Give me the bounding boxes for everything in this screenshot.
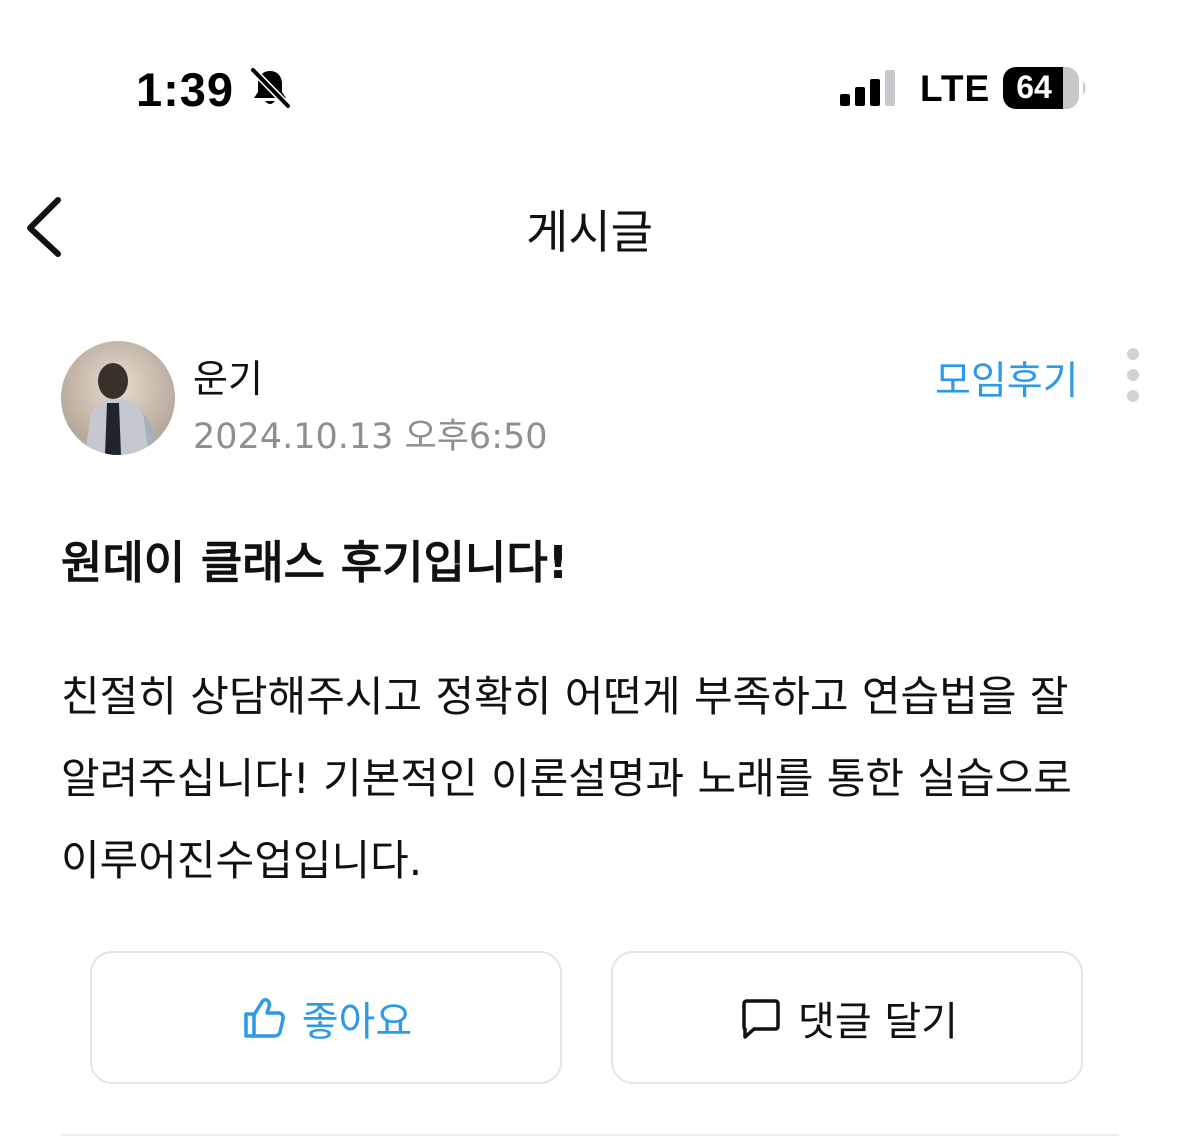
bell-slash-icon [249, 66, 292, 110]
post-body: 친절히 상담해주시고 정확히 어떤게 부족하고 연습법을 잘 알려주십니다! 기… [61, 672, 1072, 885]
thumbs-up-icon [244, 997, 285, 1038]
post-detail-screen: 1:39 LTE 64 게시글 운기 2024.10.13 오후6:50 모임후… [0, 0, 1179, 1143]
more-vertical-icon[interactable] [1116, 346, 1150, 406]
like-button[interactable]: 좋아요 [90, 951, 562, 1084]
post-title: 원데이 클래스 후기입니다! [61, 536, 569, 589]
like-label: 좋아요 [301, 998, 413, 1045]
signal-icon [840, 70, 895, 106]
avatar[interactable] [61, 341, 175, 455]
author-name[interactable]: 운기 [193, 348, 263, 403]
status-bar: 1:39 LTE 64 [0, 0, 1179, 150]
category-tag[interactable]: 모임후기 [935, 350, 1079, 406]
battery-level: 64 [1016, 69, 1052, 105]
network-type: LTE [920, 68, 991, 109]
comment-label: 댓글 달기 [798, 998, 958, 1045]
status-time: 1:39 [136, 63, 235, 116]
post-date: 2024.10.13 오후6:50 [193, 417, 548, 457]
page-title: 게시글 [526, 205, 653, 259]
comment-icon [742, 998, 780, 1039]
comment-button[interactable]: 댓글 달기 [611, 951, 1083, 1084]
divider [61, 1134, 1119, 1136]
